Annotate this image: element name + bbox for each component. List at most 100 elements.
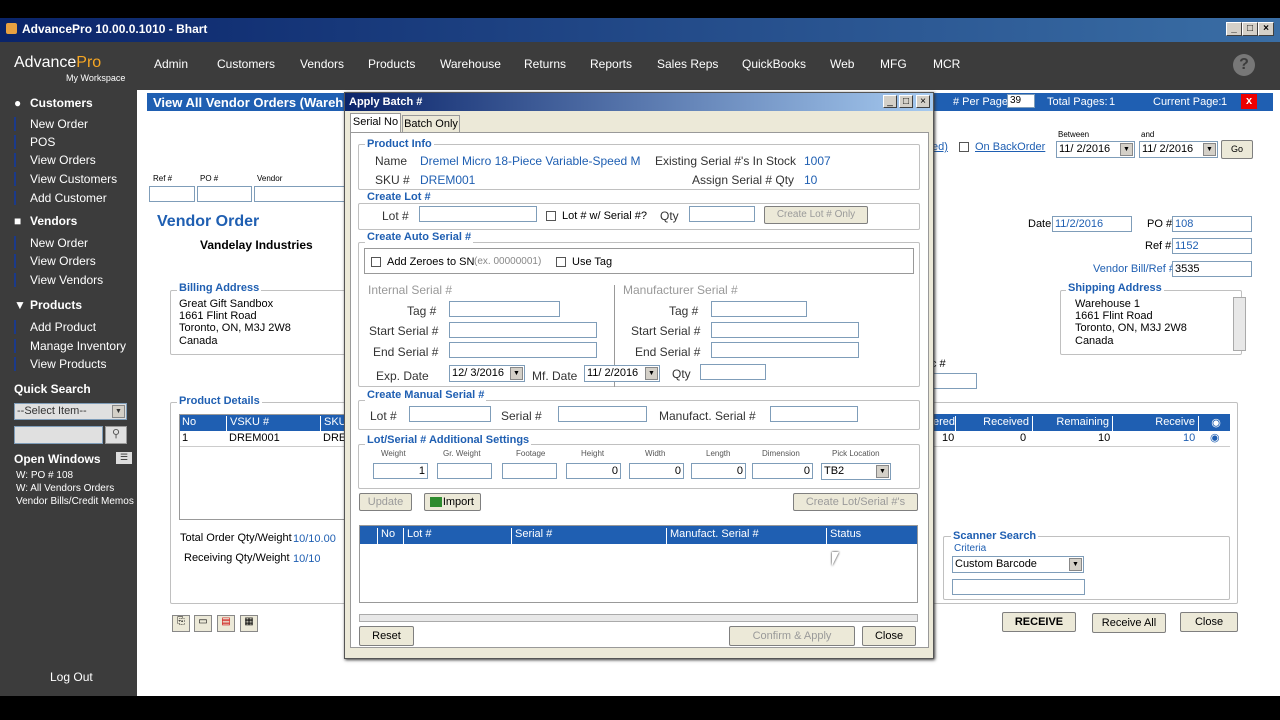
import-button[interactable]: Import bbox=[424, 493, 481, 511]
internal-tag-input[interactable] bbox=[449, 301, 560, 317]
tab-serial-no[interactable]: Serial No bbox=[350, 113, 401, 132]
menu-quickbooks[interactable]: QuickBooks bbox=[742, 57, 806, 71]
mfr-end-input[interactable] bbox=[711, 342, 859, 358]
footage-input[interactable] bbox=[502, 463, 557, 479]
open-window-item[interactable]: W: All Vendors Orders bbox=[16, 483, 114, 494]
sidebar-section-customers[interactable]: ● Customers bbox=[14, 96, 93, 110]
table-row[interactable]: 10 0 10 10 ◉ bbox=[930, 431, 1230, 447]
quick-search-input[interactable] bbox=[14, 426, 103, 444]
dialog-close-button[interactable]: Close bbox=[862, 626, 916, 646]
search-icon[interactable]: ⚲ bbox=[105, 426, 127, 444]
help-icon[interactable]: ? bbox=[1233, 54, 1255, 76]
view-icon[interactable]: ◉ bbox=[1210, 431, 1220, 444]
gross-weight-input[interactable] bbox=[437, 463, 492, 479]
quick-search-select[interactable]: --Select Item-- ▼ bbox=[14, 403, 127, 420]
dialog-minimize-button[interactable]: _ bbox=[883, 95, 897, 108]
mfr-start-input[interactable] bbox=[711, 322, 859, 338]
filter-po-input[interactable] bbox=[197, 186, 252, 202]
dimension-input[interactable]: 0 bbox=[752, 463, 813, 479]
add-zeroes-checkbox[interactable]: Add Zeroes to SN bbox=[371, 256, 474, 268]
pick-location-select[interactable]: TB2 ▼ bbox=[821, 463, 891, 480]
open-window-item[interactable]: W: PO # 108 bbox=[16, 470, 73, 481]
filter-link[interactable]: ed) bbox=[932, 141, 948, 153]
close-order-button[interactable]: Close bbox=[1180, 612, 1238, 632]
mfr-tag-input[interactable] bbox=[711, 301, 807, 317]
backorder-checkbox[interactable]: On BackOrder bbox=[959, 141, 1045, 153]
lot-qty-input[interactable] bbox=[689, 206, 755, 222]
exp-date-select[interactable]: 12/ 3/2016 ▼ bbox=[449, 365, 525, 382]
po-input[interactable]: 108 bbox=[1172, 216, 1252, 232]
shipping-scrollbar[interactable] bbox=[1233, 297, 1246, 351]
dialog-close-icon[interactable]: × bbox=[916, 95, 930, 108]
date-to-select[interactable]: 11/ 2/2016 ▼ bbox=[1139, 141, 1218, 158]
mfg-date-select[interactable]: 11/ 2/2016 ▼ bbox=[584, 365, 660, 382]
sidebar-item-add-product[interactable]: Add Product bbox=[14, 320, 137, 334]
create-lot-only-button[interactable]: Create Lot # Only bbox=[764, 206, 868, 224]
pdf-icon[interactable]: ▤ bbox=[217, 615, 235, 632]
sidebar-item-view-customers[interactable]: View Customers bbox=[14, 172, 137, 186]
sidebar-item-vendor-view-orders[interactable]: View Orders bbox=[14, 254, 137, 268]
width-input[interactable]: 0 bbox=[629, 463, 684, 479]
sidebar-item-vendor-new-order[interactable]: New Order bbox=[14, 236, 137, 250]
menu-admin[interactable]: Admin bbox=[154, 57, 188, 71]
dialog-maximize-button[interactable]: □ bbox=[899, 95, 913, 108]
menu-products[interactable]: Products bbox=[368, 57, 415, 71]
confirm-apply-button[interactable]: Confirm & Apply bbox=[729, 626, 855, 646]
list-icon[interactable]: ☰ bbox=[116, 452, 132, 464]
menu-returns[interactable]: Returns bbox=[524, 57, 566, 71]
filter-vendor-input[interactable] bbox=[254, 186, 346, 202]
logout-link[interactable]: Log Out bbox=[50, 670, 93, 684]
menu-warehouse[interactable]: Warehouse bbox=[440, 57, 501, 71]
horizontal-scrollbar[interactable] bbox=[359, 614, 918, 622]
manual-manufact-input[interactable] bbox=[770, 406, 858, 422]
menu-mfg[interactable]: MFG bbox=[880, 57, 907, 71]
filter-ref-input[interactable] bbox=[149, 186, 195, 202]
receive-all-button[interactable]: Receive All bbox=[1092, 613, 1166, 633]
close-list-button[interactable]: x bbox=[1241, 94, 1257, 109]
menu-web[interactable]: Web bbox=[830, 57, 854, 71]
go-button[interactable]: Go bbox=[1221, 140, 1253, 159]
vendor-bill-input[interactable]: 3535 bbox=[1172, 261, 1252, 277]
date-from-select[interactable]: 11/ 2/2016 ▼ bbox=[1056, 141, 1135, 158]
date-input[interactable]: 11/2/2016 bbox=[1052, 216, 1132, 232]
eye-icon[interactable]: ◉ bbox=[1198, 416, 1230, 432]
menu-reports[interactable]: Reports bbox=[590, 57, 632, 71]
sidebar-item-view-vendors[interactable]: View Vendors bbox=[14, 273, 137, 287]
sidebar-item-new-order[interactable]: New Order bbox=[14, 117, 137, 131]
per-page-input[interactable]: 39 bbox=[1007, 94, 1035, 108]
use-tag-checkbox[interactable]: Use Tag bbox=[556, 256, 612, 268]
create-lot-serial-button[interactable]: Create Lot/Serial #'s bbox=[793, 493, 918, 511]
print-icon[interactable]: ▦ bbox=[240, 615, 258, 632]
scanner-input[interactable] bbox=[952, 579, 1085, 595]
minimize-button[interactable]: _ bbox=[1226, 22, 1242, 36]
maximize-button[interactable]: □ bbox=[1242, 22, 1258, 36]
ref-input[interactable]: 1152 bbox=[1172, 238, 1252, 254]
height-input[interactable]: 0 bbox=[566, 463, 621, 479]
manual-lot-input[interactable] bbox=[409, 406, 491, 422]
update-button[interactable]: Update bbox=[359, 493, 412, 511]
lot-input[interactable] bbox=[419, 206, 537, 222]
sidebar-section-products[interactable]: ▼ Products bbox=[14, 298, 82, 312]
sidebar-item-view-orders[interactable]: View Orders bbox=[14, 153, 137, 167]
menu-vendors[interactable]: Vendors bbox=[300, 57, 344, 71]
manual-serial-input[interactable] bbox=[558, 406, 647, 422]
sidebar-section-vendors[interactable]: ■ Vendors bbox=[14, 214, 77, 228]
folder-icon[interactable]: ▭ bbox=[194, 615, 212, 632]
weight-input[interactable]: 1 bbox=[373, 463, 428, 479]
copy-icon[interactable]: ⎘ bbox=[172, 615, 190, 632]
sidebar-item-add-customer[interactable]: Add Customer bbox=[14, 191, 137, 205]
tab-batch-only[interactable]: Batch Only bbox=[402, 115, 460, 132]
auto-qty-input[interactable] bbox=[700, 364, 766, 380]
length-input[interactable]: 0 bbox=[691, 463, 746, 479]
c-input[interactable] bbox=[932, 373, 977, 389]
menu-mcr[interactable]: MCR bbox=[933, 57, 960, 71]
menu-sales-reps[interactable]: Sales Reps bbox=[657, 57, 718, 71]
internal-end-input[interactable] bbox=[449, 342, 597, 358]
open-window-item[interactable]: Vendor Bills/Credit Memos bbox=[16, 496, 134, 507]
receive-button[interactable]: RECEIVE bbox=[1002, 612, 1076, 632]
menu-customers[interactable]: Customers bbox=[217, 57, 275, 71]
sidebar-item-view-products[interactable]: View Products bbox=[14, 357, 137, 371]
criteria-select[interactable]: Custom Barcode ▼ bbox=[952, 556, 1084, 573]
reset-button[interactable]: Reset bbox=[359, 626, 414, 646]
sidebar-item-pos[interactable]: POS bbox=[14, 135, 137, 149]
